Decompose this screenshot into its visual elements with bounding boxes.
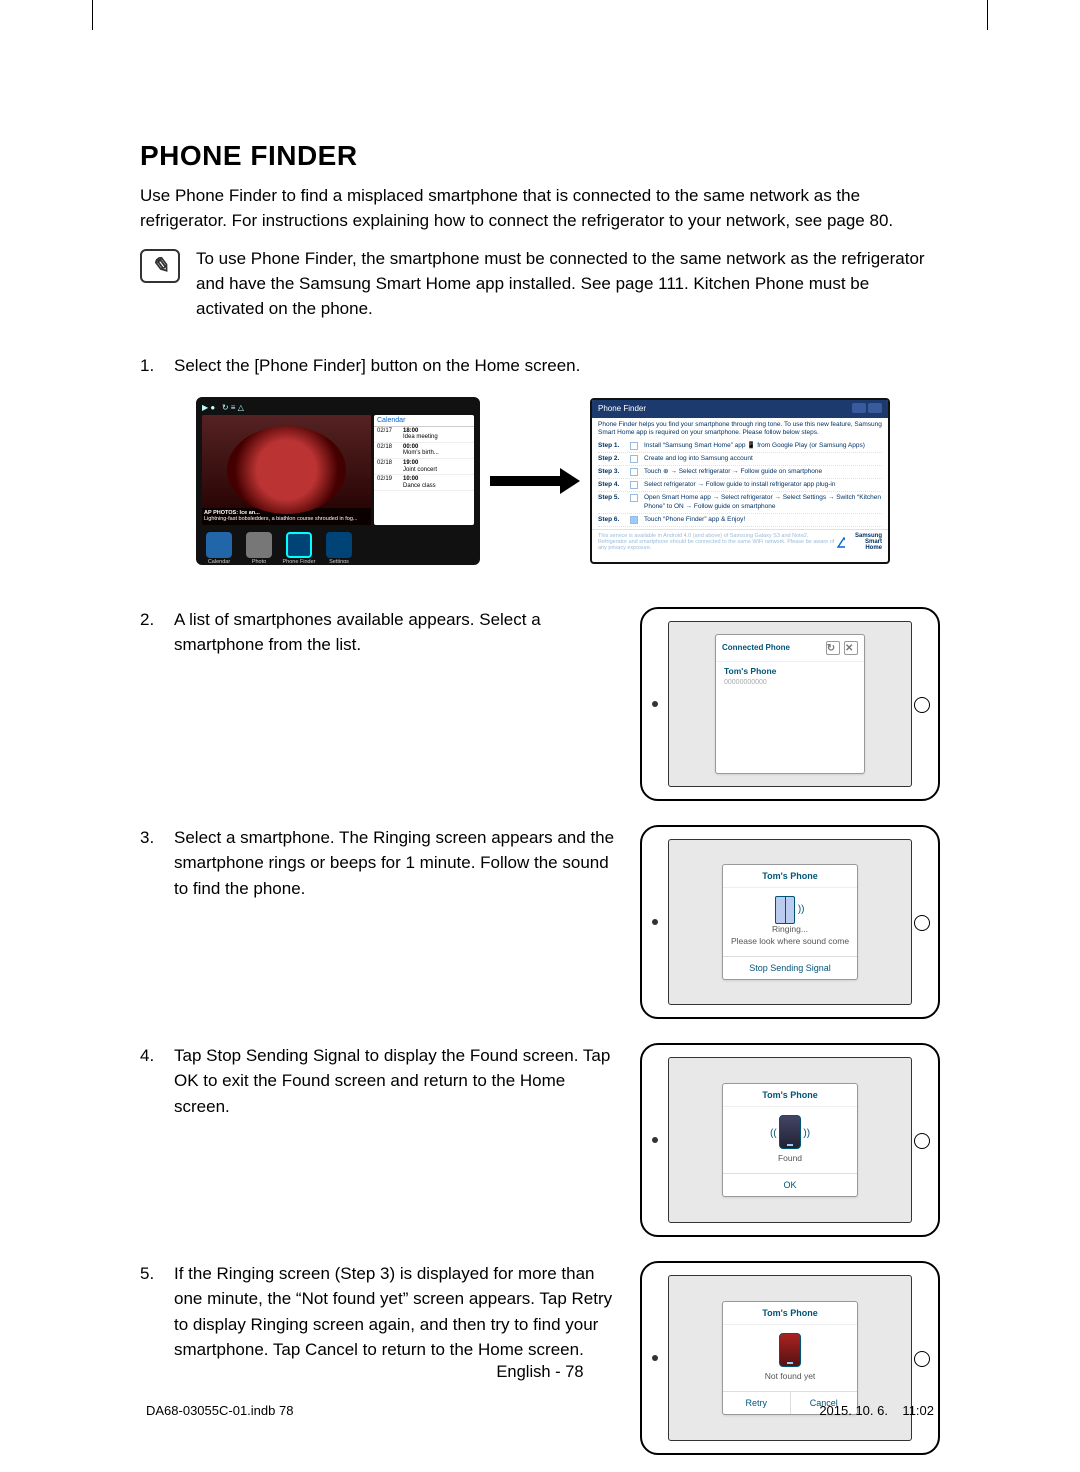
list-header: Connected Phone [722,643,790,652]
step-text: Select the [Phone Finder] button on the … [174,353,580,379]
step5-block: 5. If the Ringing screen (Step 3) is dis… [140,1261,940,1455]
step-5: 5. If the Ringing screen (Step 3) is dis… [140,1261,620,1363]
step-1: 1. Select the [Phone Finder] button on t… [140,353,940,379]
step-4: 4. Tap Stop Sending Signal to display th… [140,1043,620,1120]
step-text: A list of smartphones available appears.… [174,607,620,658]
found-title: Tom's Phone [762,1090,817,1100]
stop-signal-button: Stop Sending Signal [723,957,857,979]
ringing-hint: Please look where sound come [731,936,849,946]
step4-block: 4. Tap Stop Sending Signal to display th… [140,1043,940,1237]
list-item-title: Tom's Phone [724,666,856,678]
phone-finder-app-mock: Phone Finder Phone Finder helps you find… [590,398,890,564]
calendar-widget: Calendar 02/1718:00Idea meeting 02/1800:… [374,415,474,525]
dock-photo-icon: Photo [242,532,276,565]
photo-sub: Lightning-fast bobsledders, a biathlon c… [204,516,369,522]
page-content: PHONE FINDER Use Phone Finder to find a … [92,70,988,1402]
page-footer: English - 78 [92,1363,988,1382]
dock-calendar-icon: Calendar [202,532,236,565]
close-icon: ✕ [844,641,858,655]
page-container: PHONE FINDER Use Phone Finder to find a … [0,0,1080,1472]
device-list-mock: Connected Phone ↻ ✕ Tom's Phone 00000000… [640,607,940,801]
ringing-title: Tom's Phone [762,871,817,881]
signal-wave-icon: )) [798,903,805,917]
photo-widget: AP PHOTOS: Ice an... Lightning-fast bobs… [202,415,371,525]
pf-intro: Phone Finder helps you find your smartph… [592,418,888,440]
pf-brand: Samsung Smart Home [848,533,882,551]
note-icon: ✎ [140,247,180,287]
step-3: 3. Select a smartphone. The Ringing scre… [140,825,620,902]
notfound-title: Tom's Phone [762,1308,817,1318]
ringing-status: Ringing... [772,924,808,934]
step3-block: 3. Select a smartphone. The Ringing scre… [140,825,940,1019]
phone-not-found-icon [779,1333,801,1367]
device-ringing-mock: Tom's Phone )) Ringing... Please look wh… [640,825,940,1019]
step2-block: 2. A list of smartphones available appea… [140,607,940,801]
crop-mark-right [987,0,988,30]
pf-footnote: This service is available in Android 4.0… [598,533,836,551]
ok-button: OK [723,1174,857,1196]
calendar-header: Calendar [374,415,474,427]
pf-title: Phone Finder [598,404,646,413]
crop-mark-left [92,0,93,30]
pf-window-icons [850,403,882,415]
device-found-mock: Tom's Phone )) )) Found OK [640,1043,940,1237]
smart-home-logo-icon [836,535,845,549]
pf-steps-list: Step 1.Install “Samsung Smart Home” app … [592,440,888,527]
note-text: To use Phone Finder, the smartphone must… [196,247,940,321]
dock-settings-icon: Settings [322,532,356,565]
note: ✎ To use Phone Finder, the smartphone mu… [140,247,940,321]
print-metadata: DA68-03055C-01.indb 78 2015. 10. 6. 11:0… [92,1403,988,1418]
intro-text: Use Phone Finder to find a misplaced sma… [140,184,940,233]
wave-right-icon: )) [803,1127,810,1141]
wave-left-icon: )) [770,1127,777,1141]
page-title: PHONE FINDER [140,140,940,172]
step-text: Tap Stop Sending Signal to display the F… [174,1043,620,1120]
figure-step1: ▶ ● ↻ ≡ △ AP PHOTOS: Ice an... Lightning… [196,397,940,565]
phone-icon [779,1115,801,1149]
fridge-icon [775,896,795,924]
print-date: 2015. 10. 6. 11:02 [819,1403,934,1418]
step-text: If the Ringing screen (Step 3) is displa… [174,1261,620,1363]
step-number: 1. [140,353,162,379]
step-text: Select a smartphone. The Ringing screen … [174,825,620,902]
dock: Calendar Photo Phone Finder Settings [202,531,474,565]
refresh-icon: ↻ [826,641,840,655]
device-notfound-mock: Tom's Phone Not found yet Retry Cancel [640,1261,940,1455]
step-2: 2. A list of smartphones available appea… [140,607,620,658]
home-screen-mock: ▶ ● ↻ ≡ △ AP PHOTOS: Ice an... Lightning… [196,397,480,565]
print-file: DA68-03055C-01.indb 78 [146,1403,293,1418]
statusbar: ▶ ● ↻ ≡ △ [202,403,474,415]
list-item-sub: 00000000000 [724,678,856,688]
dock-phone-finder-icon: Phone Finder [282,532,316,565]
arrow-icon [490,470,580,492]
found-status: Found [778,1153,802,1163]
